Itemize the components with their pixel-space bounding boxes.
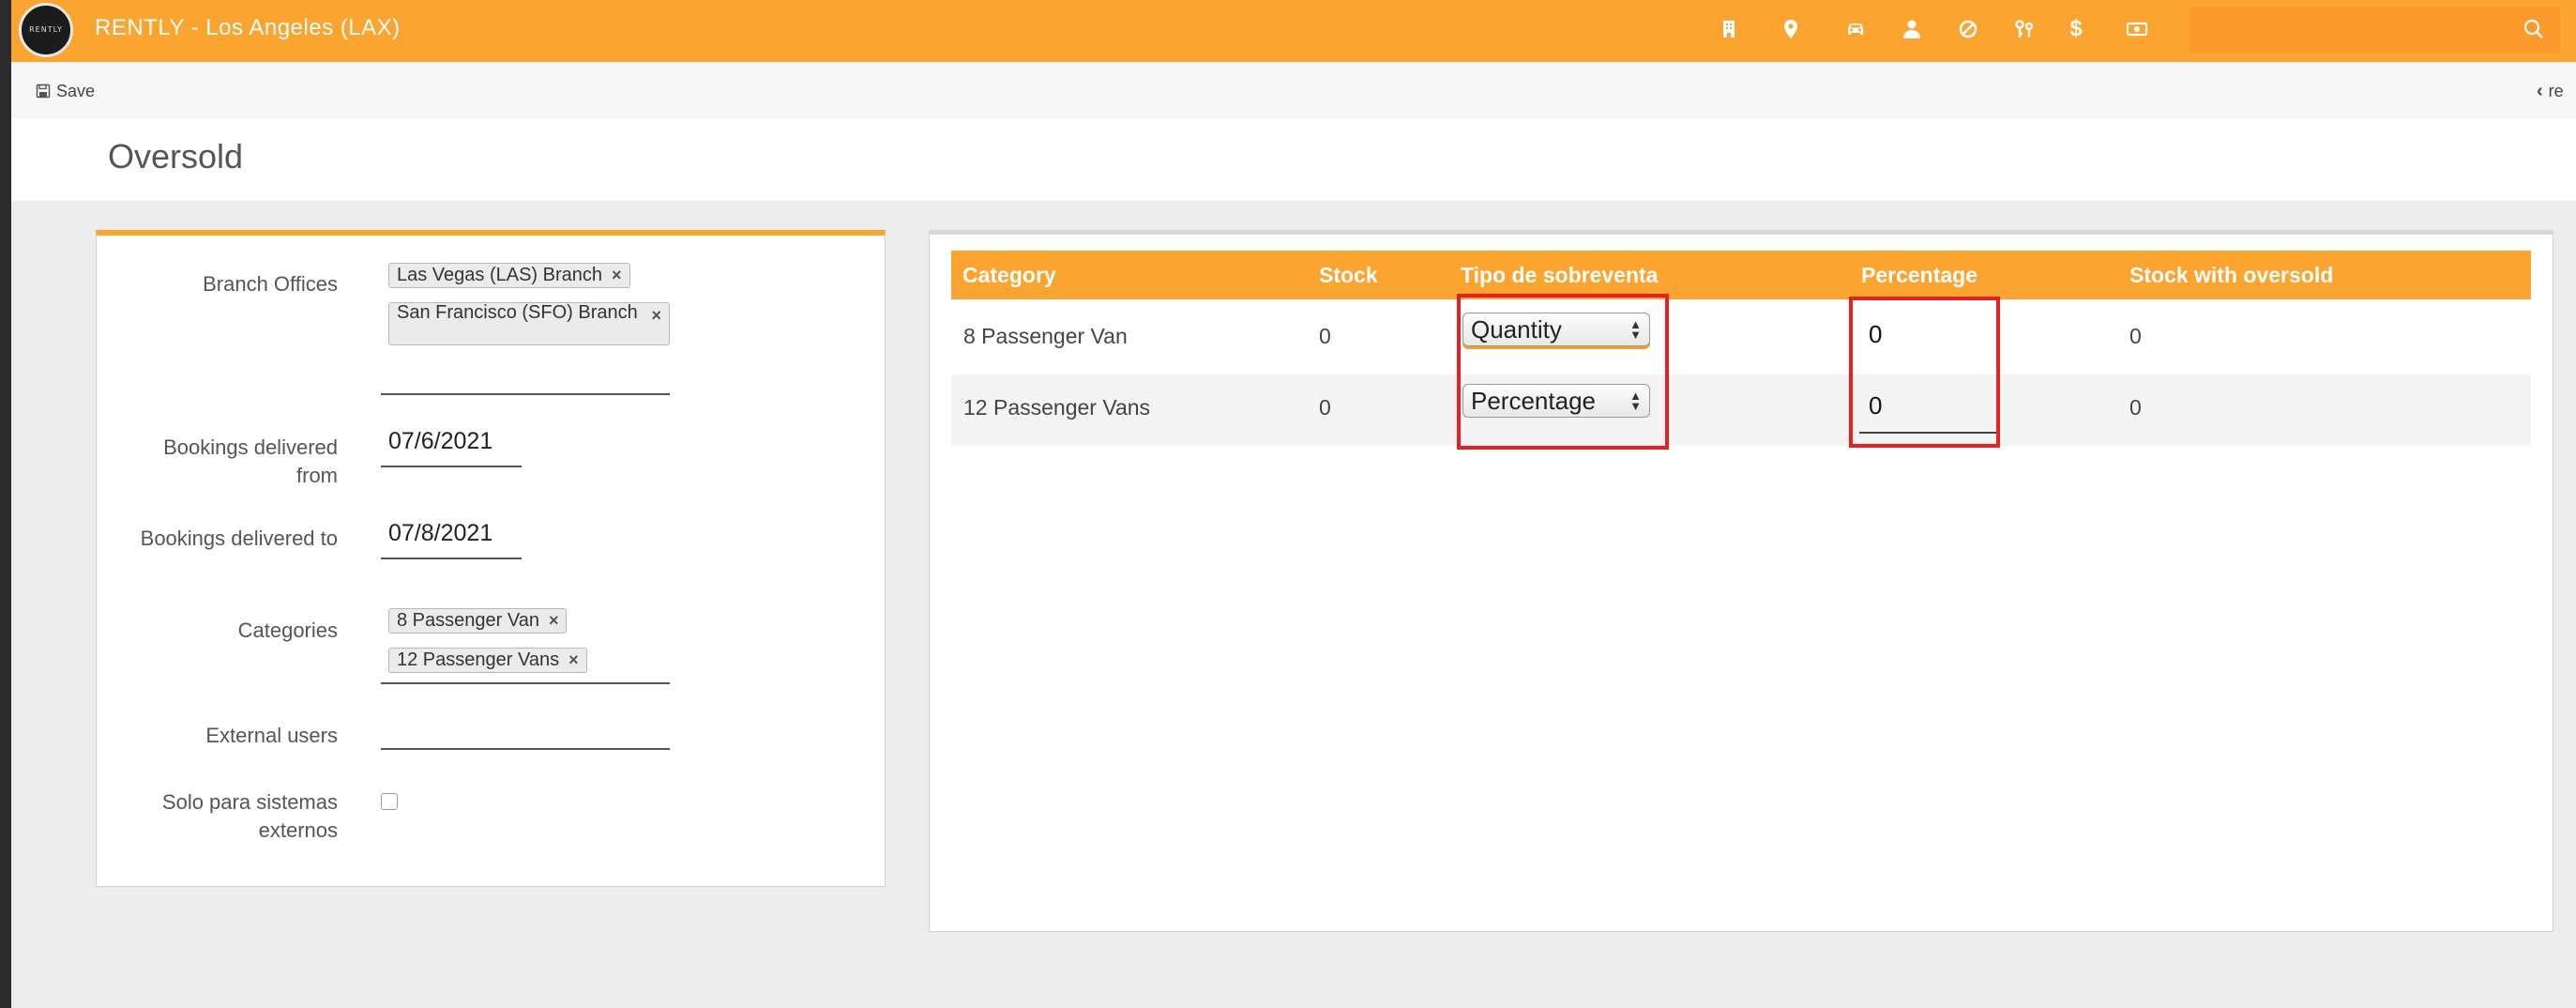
keys-icon[interactable]	[2008, 13, 2040, 45]
location-pin-icon[interactable]	[1775, 13, 1807, 45]
category-tag-label: 12 Passenger Vans	[397, 649, 560, 670]
branch-offices-label: Branch Offices	[203, 272, 338, 296]
external-users-input[interactable]	[381, 748, 670, 750]
app-title: RENTLY - Los Angeles (LAX)	[95, 15, 401, 40]
branch-tag: Las Vegas (LAS) Branch ×	[388, 263, 630, 288]
save-button[interactable]: Save	[36, 77, 95, 105]
external-users-label: External users	[205, 724, 338, 747]
category-cell: 12 Passenger Vans	[963, 395, 1151, 420]
building-icon[interactable]	[1713, 13, 1745, 45]
block-icon[interactable]	[1952, 13, 1984, 45]
floppy-disk-icon	[36, 84, 51, 99]
bookings-from-label: Bookings delivered from	[163, 435, 338, 487]
category-tag: 12 Passenger Vans ×	[388, 648, 587, 673]
column-header-category: Category	[962, 263, 1056, 287]
category-tag: 8 Passenger Van ×	[388, 608, 568, 634]
branch-tag-label: San Francisco (SFO) Branch	[397, 302, 638, 323]
category-tag-label: 8 Passenger Van	[397, 610, 539, 631]
remove-icon[interactable]: ×	[549, 611, 559, 631]
stock-oversold-cell: 0	[2129, 395, 2142, 420]
chevron-left-icon: ‹	[2537, 80, 2543, 101]
highlight-box-percentage	[1849, 297, 2000, 448]
highlight-box-tipo	[1457, 294, 1669, 450]
save-label: Save	[56, 81, 96, 100]
solo-externos-checkbox[interactable]	[381, 793, 398, 810]
stock-cell: 0	[1319, 324, 1331, 348]
search-input[interactable]	[2189, 7, 2560, 53]
bookings-from-value: 07/6/2021	[388, 428, 493, 454]
window-edge	[0, 0, 11, 1008]
solo-externos-label: Solo para sistemas externos	[161, 790, 338, 842]
bookings-to-value: 07/8/2021	[388, 520, 493, 546]
toolbar	[11, 62, 2576, 118]
return-label: re	[2548, 81, 2564, 100]
categories-label: Categories	[237, 619, 338, 642]
remove-icon[interactable]: ×	[568, 650, 579, 670]
table-row	[951, 301, 2531, 373]
car-icon[interactable]	[1840, 13, 1871, 45]
app-logo[interactable]: RENTLY	[19, 3, 73, 57]
branch-tag: San Francisco (SFO) Branch ×	[388, 302, 670, 345]
return-link[interactable]: ‹ re	[2537, 77, 2564, 105]
stock-oversold-cell: 0	[2129, 324, 2142, 348]
branch-offices-input[interactable]	[381, 393, 670, 395]
search-icon[interactable]	[2518, 13, 2550, 45]
dollar-icon[interactable]: $	[2060, 13, 2092, 45]
remove-icon[interactable]: ×	[651, 307, 661, 325]
categories-input[interactable]	[381, 682, 670, 684]
page-title: Oversold	[108, 137, 244, 176]
column-header-percentage: Percentage	[1861, 263, 1978, 287]
stock-cell: 0	[1319, 395, 1331, 420]
remove-icon[interactable]: ×	[612, 266, 622, 285]
bookings-to-label: Bookings delivered to	[140, 527, 338, 550]
column-header-tipo: Tipo de sobreventa	[1461, 263, 1659, 287]
branch-tag-label: Las Vegas (LAS) Branch	[397, 265, 603, 285]
bookings-to-field[interactable]	[381, 557, 522, 559]
cash-icon[interactable]	[2121, 13, 2153, 45]
table-row	[951, 374, 2531, 446]
user-icon[interactable]	[1896, 13, 1928, 45]
category-cell: 8 Passenger Van	[963, 324, 1128, 348]
bookings-from-field[interactable]	[381, 466, 522, 467]
column-header-stock-oversold: Stock with oversold	[2129, 263, 2334, 287]
page-header	[11, 118, 2576, 201]
column-header-stock: Stock	[1319, 263, 1378, 287]
